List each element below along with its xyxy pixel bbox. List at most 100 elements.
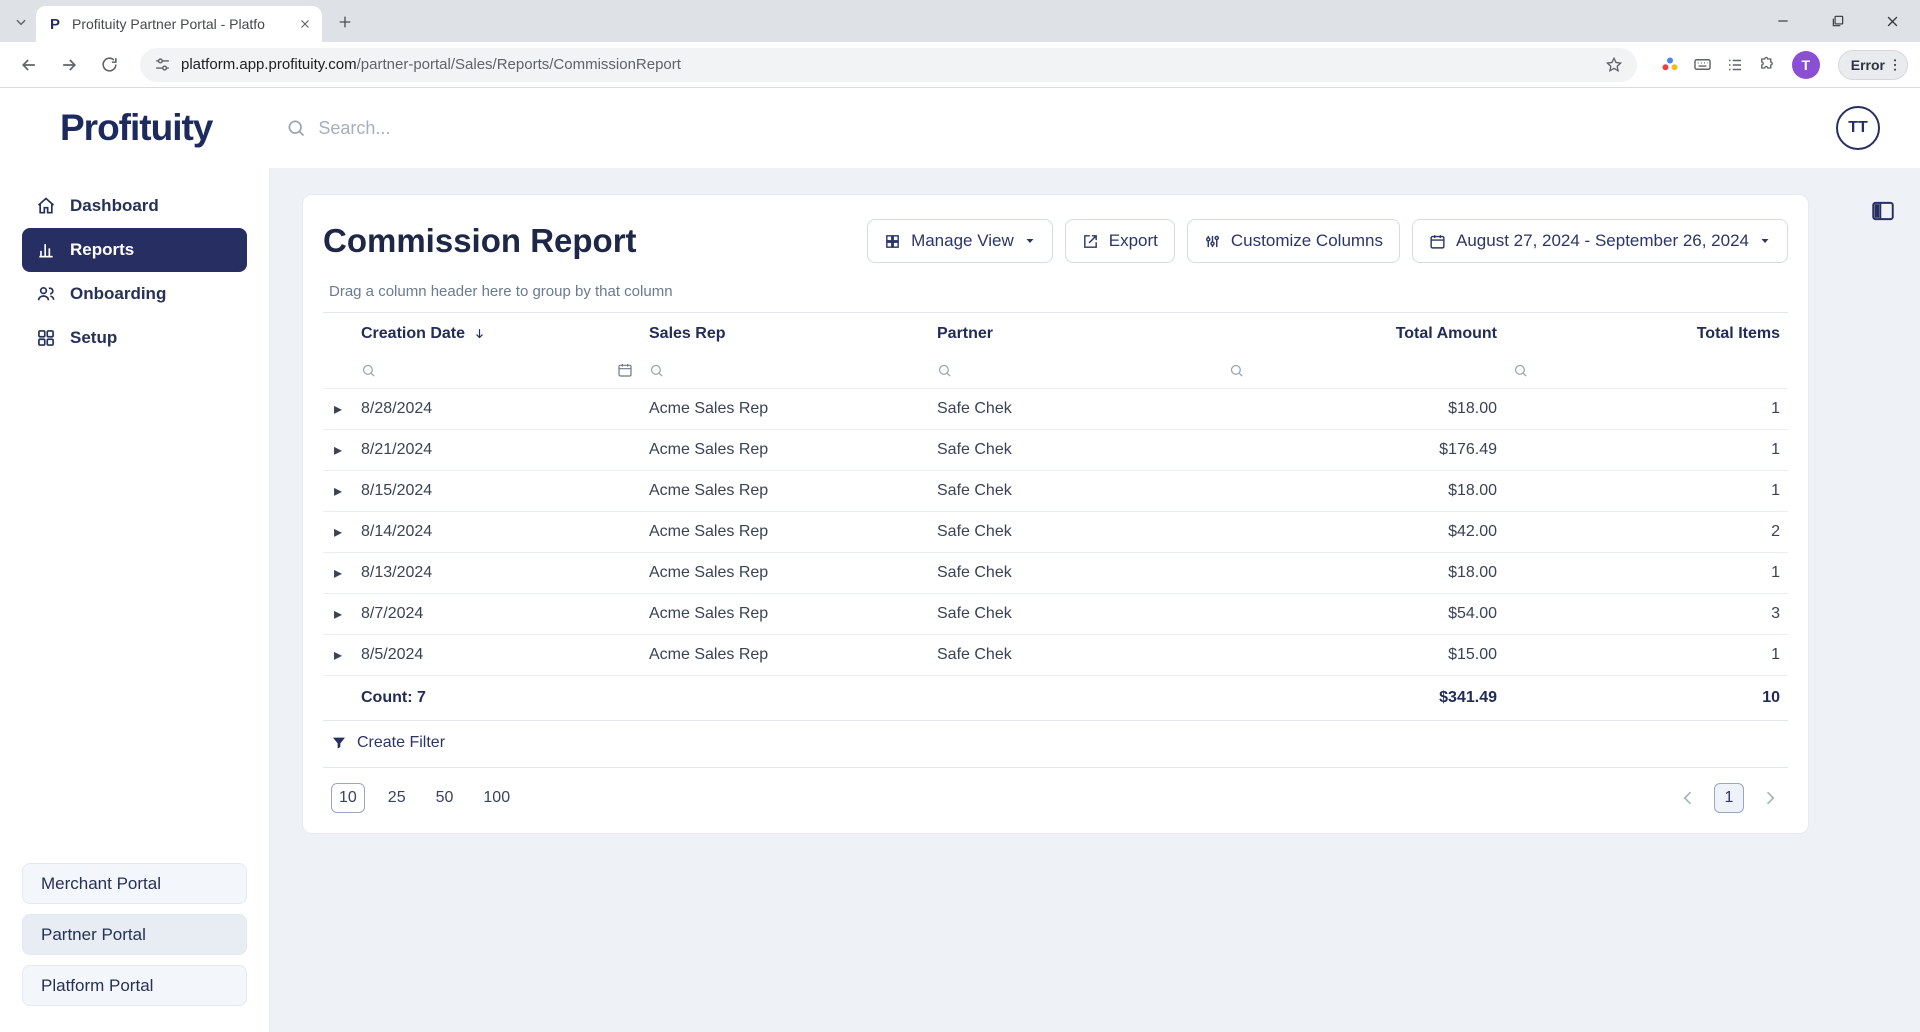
column-header-creation-date[interactable]: Creation Date <box>353 313 641 353</box>
sidebar-item-label: Onboarding <box>70 284 167 303</box>
platform-portal-button[interactable]: Platform Portal <box>22 965 247 1006</box>
portal-switcher: Merchant Portal Partner Portal Platform … <box>0 863 269 1006</box>
bookmark-star-icon[interactable] <box>1605 56 1623 74</box>
sidebar-item-setup[interactable]: Setup <box>22 316 247 360</box>
column-header-partner[interactable]: Partner <box>929 313 1221 353</box>
date-range-button[interactable]: August 27, 2024 - September 26, 2024 <box>1412 219 1788 263</box>
commission-report-card: Commission Report Manage View Export Cus… <box>302 194 1809 834</box>
chevron-down-icon <box>1759 235 1771 247</box>
forward-icon[interactable] <box>52 48 86 82</box>
filter-funnel-icon <box>331 735 347 751</box>
panel-toggle-icon[interactable] <box>1870 198 1896 224</box>
page-size-10[interactable]: 10 <box>331 783 365 813</box>
row-expand-icon[interactable]: ▸ <box>323 552 353 594</box>
customize-columns-label: Customize Columns <box>1230 231 1384 250</box>
site-favicon: P <box>49 15 60 33</box>
partner-portal-button[interactable]: Partner Portal <box>22 914 247 955</box>
filter-total-items[interactable] <box>1513 363 1780 378</box>
browser-toolbar: platform.app.profituity.com/partner-port… <box>0 42 1920 88</box>
widgets-icon <box>36 328 56 348</box>
sliders-icon <box>1204 233 1221 250</box>
table-row[interactable]: ▸ 8/28/2024 Acme Sales Rep Safe Chek $18.0… <box>323 388 1788 430</box>
tab-close-icon[interactable] <box>298 17 312 31</box>
export-button[interactable]: Export <box>1064 219 1175 263</box>
colorful-extension-icon[interactable] <box>1661 56 1679 74</box>
filter-sales-rep[interactable] <box>649 363 921 378</box>
table-row[interactable]: ▸ 8/7/2024 Acme Sales Rep Safe Chek $54.00… <box>323 593 1788 635</box>
manage-view-button[interactable]: Manage View <box>867 219 1053 263</box>
site-settings-icon[interactable] <box>154 56 171 73</box>
table-row[interactable]: ▸ 8/13/2024 Acme Sales Rep Safe Chek $18.0… <box>323 552 1788 594</box>
close-window-button[interactable] <box>1865 0 1920 42</box>
column-header-total-amount[interactable]: Total Amount <box>1221 313 1505 353</box>
column-header-total-items[interactable]: Total Items <box>1505 313 1788 353</box>
customize-columns-button[interactable]: Customize Columns <box>1186 219 1401 263</box>
sidebar: Dashboard Reports Onboarding Setup Merch… <box>0 168 270 1032</box>
chevron-left-icon[interactable] <box>1678 788 1698 808</box>
chevron-right-icon[interactable] <box>1760 788 1780 808</box>
maximize-button[interactable] <box>1810 0 1865 42</box>
keyboard-extension-icon[interactable] <box>1693 55 1712 74</box>
row-expand-icon[interactable]: ▸ <box>323 388 353 430</box>
table-row[interactable]: ▸ 8/14/2024 Acme Sales Rep Safe Chek $42.0… <box>323 511 1788 553</box>
page-title: Commission Report <box>323 222 637 259</box>
row-expand-icon[interactable]: ▸ <box>323 511 353 553</box>
row-expand-icon[interactable]: ▸ <box>323 470 353 512</box>
window-controls <box>1755 0 1920 42</box>
table-row[interactable]: ▸ 8/5/2024 Acme Sales Rep Safe Chek $15.00… <box>323 634 1788 676</box>
summary-total-amount: $341.49 <box>1221 675 1505 721</box>
minimize-button[interactable] <box>1755 0 1810 42</box>
chevron-down-icon <box>1024 235 1036 247</box>
export-icon <box>1082 233 1099 250</box>
sidebar-item-dashboard[interactable]: Dashboard <box>22 184 247 228</box>
url-text: platform.app.profituity.com/partner-port… <box>181 56 681 73</box>
filter-creation-date[interactable] <box>361 362 633 378</box>
home-icon <box>36 196 56 216</box>
tab-search-icon[interactable] <box>6 2 36 42</box>
profituity-logo: Profituity <box>60 107 213 148</box>
browser-tab-strip: P Profituity Partner Portal - Platfo <box>0 0 1920 42</box>
browser-tab[interactable]: P Profituity Partner Portal - Platfo <box>36 6 322 42</box>
extension-icons <box>1661 55 1776 74</box>
browser-menu-error-badge[interactable]: Error <box>1837 49 1908 80</box>
column-header-sales-rep[interactable]: Sales Rep <box>641 313 929 353</box>
merchant-portal-button[interactable]: Merchant Portal <box>22 863 247 904</box>
user-avatar[interactable]: TT <box>1836 106 1880 150</box>
summary-count: Count: 7 <box>353 675 641 721</box>
back-icon[interactable] <box>12 48 46 82</box>
summary-total-items: 10 <box>1505 675 1788 721</box>
page-size-50[interactable]: 50 <box>429 783 461 813</box>
global-search <box>286 117 739 139</box>
row-expand-icon[interactable]: ▸ <box>323 634 353 676</box>
report-toolbar: Manage View Export Customize Columns Aug… <box>867 219 1788 263</box>
browser-profile-avatar[interactable]: T <box>1791 50 1820 79</box>
table-row[interactable]: ▸ 8/21/2024 Acme Sales Rep Safe Chek $176.… <box>323 429 1788 471</box>
reload-icon[interactable] <box>92 48 126 82</box>
date-picker-icon[interactable] <box>617 362 633 378</box>
search-input[interactable] <box>318 117 739 139</box>
page-size-100[interactable]: 100 <box>476 783 517 813</box>
sidebar-item-label: Dashboard <box>70 196 159 215</box>
header-row: Creation Date Sales Rep Partner Total Am… <box>323 313 1788 353</box>
sort-desc-icon <box>473 327 486 340</box>
new-tab-button[interactable] <box>328 5 362 39</box>
sidebar-item-onboarding[interactable]: Onboarding <box>22 272 247 316</box>
search-icon <box>286 118 306 138</box>
sidebar-item-reports[interactable]: Reports <box>22 228 247 272</box>
date-range-label: August 27, 2024 - September 26, 2024 <box>1456 231 1749 250</box>
table-row[interactable]: ▸ 8/15/2024 Acme Sales Rep Safe Chek $18.0… <box>323 470 1788 512</box>
kebab-menu-icon[interactable] <box>1887 57 1903 73</box>
current-page-button[interactable]: 1 <box>1714 783 1744 813</box>
filter-total-amount[interactable] <box>1229 363 1497 378</box>
grid-view-icon <box>884 233 901 250</box>
create-filter-button[interactable]: Create Filter <box>323 721 1788 768</box>
extensions-puzzle-icon[interactable] <box>1758 56 1776 74</box>
row-expand-icon[interactable]: ▸ <box>323 429 353 471</box>
page-size-25[interactable]: 25 <box>381 783 413 813</box>
filter-partner[interactable] <box>937 363 1213 378</box>
sidebar-item-label: Setup <box>70 328 118 347</box>
address-bar[interactable]: platform.app.profituity.com/partner-port… <box>140 47 1637 82</box>
list-extension-icon[interactable] <box>1726 56 1744 74</box>
row-expand-icon[interactable]: ▸ <box>323 593 353 635</box>
pagination: 10 25 50 100 1 <box>323 768 1788 823</box>
